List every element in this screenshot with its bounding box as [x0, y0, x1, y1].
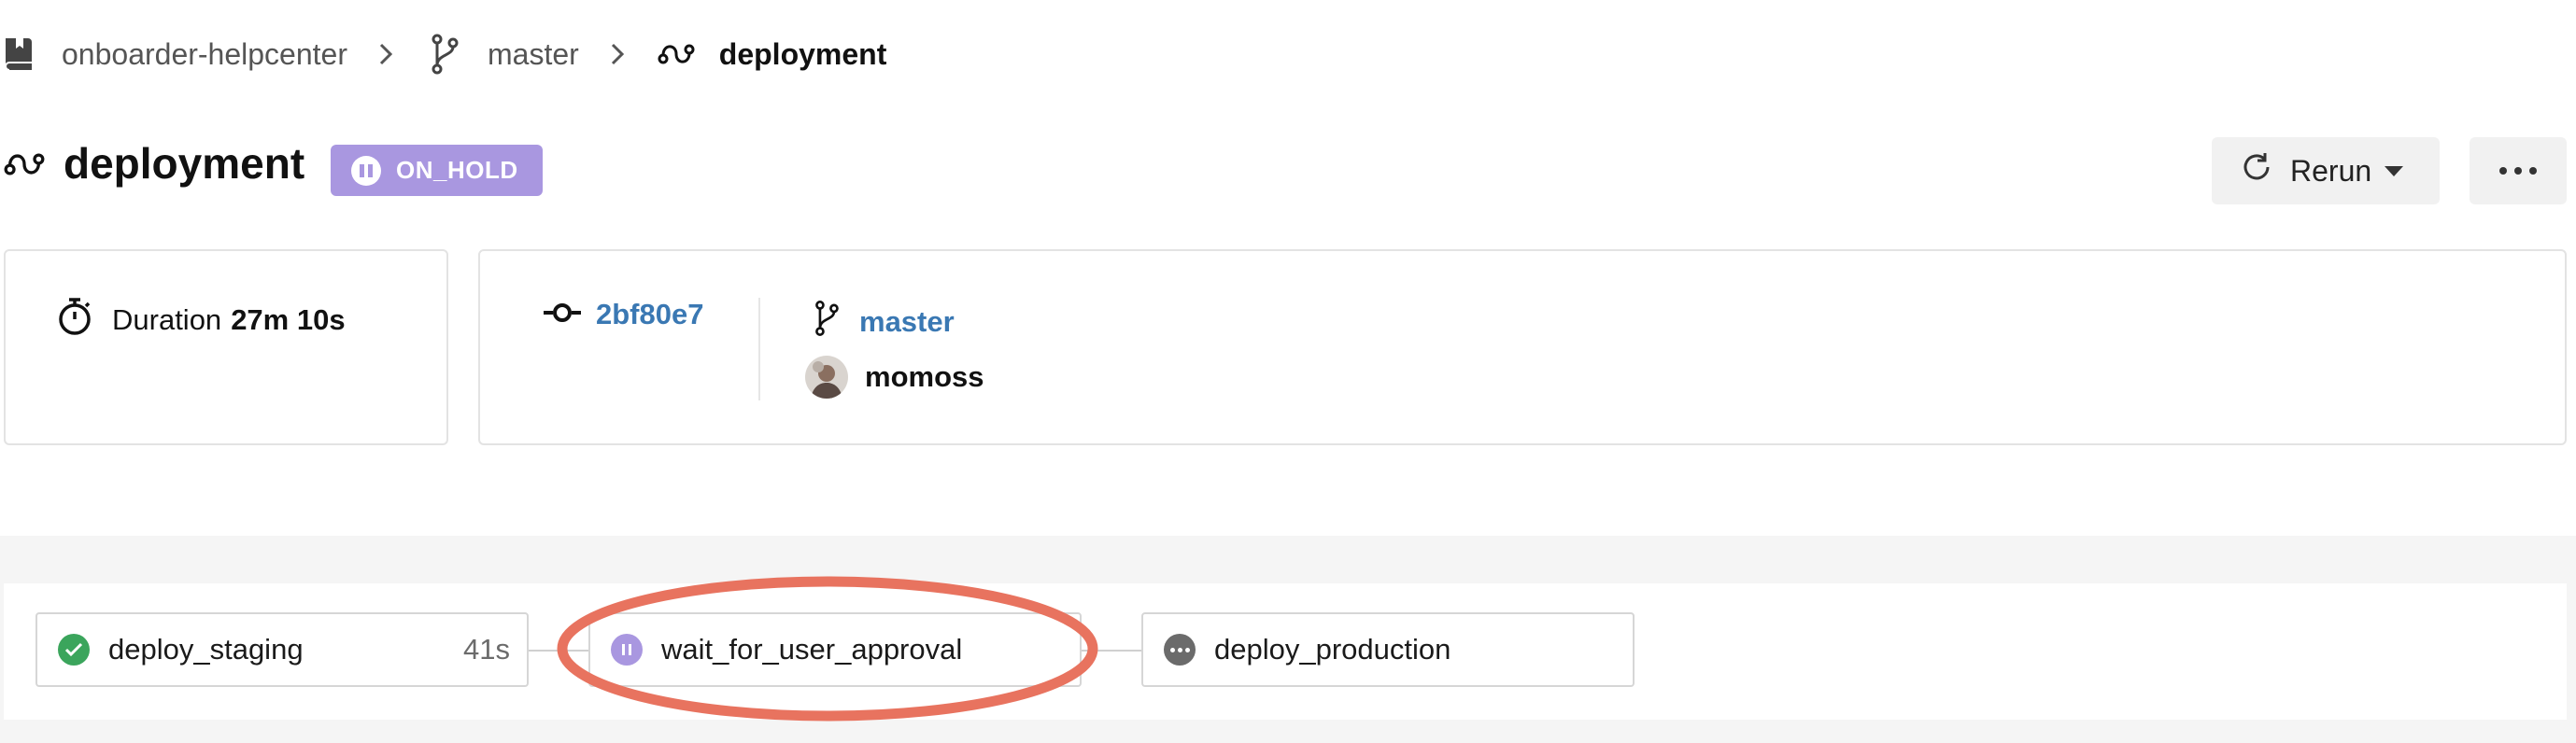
card-divider: [758, 298, 760, 400]
job-deploy-production[interactable]: deploy_production: [1141, 612, 1635, 687]
user-row: momoss: [805, 356, 984, 399]
job-duration: 41s: [463, 633, 510, 666]
breadcrumb-branch[interactable]: master: [426, 34, 579, 75]
more-actions-button[interactable]: [2470, 137, 2567, 204]
commit-hash-link[interactable]: 2bf80e7: [596, 298, 703, 331]
chevron-right-icon: [602, 38, 633, 70]
ellipsis-circle-icon: [1164, 634, 1196, 666]
workflow-icon: [658, 35, 695, 73]
duration-row: Duration 27m 10s: [56, 296, 346, 344]
breadcrumb-workflow-label: deployment: [718, 36, 887, 71]
git-branch-icon: [813, 298, 841, 346]
status-badge-label: ON_HOLD: [396, 156, 518, 184]
breadcrumb-project-label: onboarder-helpcenter: [62, 36, 347, 71]
git-branch-icon: [426, 34, 463, 75]
branch-row: master: [813, 298, 955, 346]
breadcrumb-branch-label: master: [487, 36, 579, 71]
duration-label: Duration: [112, 303, 222, 336]
job-deploy-staging[interactable]: deploy_staging 41s: [35, 612, 529, 687]
book-icon: [0, 35, 37, 73]
breadcrumb: onboarder-helpcenter master deployment: [0, 26, 886, 82]
rerun-label: Rerun: [2290, 153, 2372, 188]
git-commit-icon: [544, 298, 581, 331]
job-name: deploy_production: [1214, 633, 1451, 666]
refresh-icon: [2240, 150, 2273, 191]
user-name: momoss: [865, 360, 984, 393]
stopwatch-icon: [56, 296, 93, 344]
branch-link[interactable]: master: [859, 305, 955, 339]
rerun-button[interactable]: Rerun: [2212, 137, 2440, 204]
commit-card: 2bf80e7 master momoss: [478, 249, 2567, 445]
status-badge: ON_HOLD: [331, 145, 543, 196]
highlight-ellipse: [557, 576, 1098, 722]
duration-card: Duration 27m 10s: [4, 249, 448, 445]
page-title: deployment: [64, 139, 305, 188]
ellipsis-icon: [2496, 167, 2541, 175]
duration-value: 27m 10s: [231, 303, 346, 336]
pause-icon: [351, 155, 381, 186]
chevron-right-icon: [370, 38, 402, 70]
job-name: deploy_staging: [108, 633, 304, 666]
breadcrumb-project[interactable]: onboarder-helpcenter: [0, 35, 347, 73]
commit-row: 2bf80e7: [544, 298, 703, 331]
caret-down-icon: [2385, 165, 2404, 176]
workflow-icon: [4, 147, 45, 189]
breadcrumb-workflow: deployment: [658, 35, 887, 73]
avatar: [805, 356, 848, 399]
check-circle-icon: [58, 634, 90, 666]
